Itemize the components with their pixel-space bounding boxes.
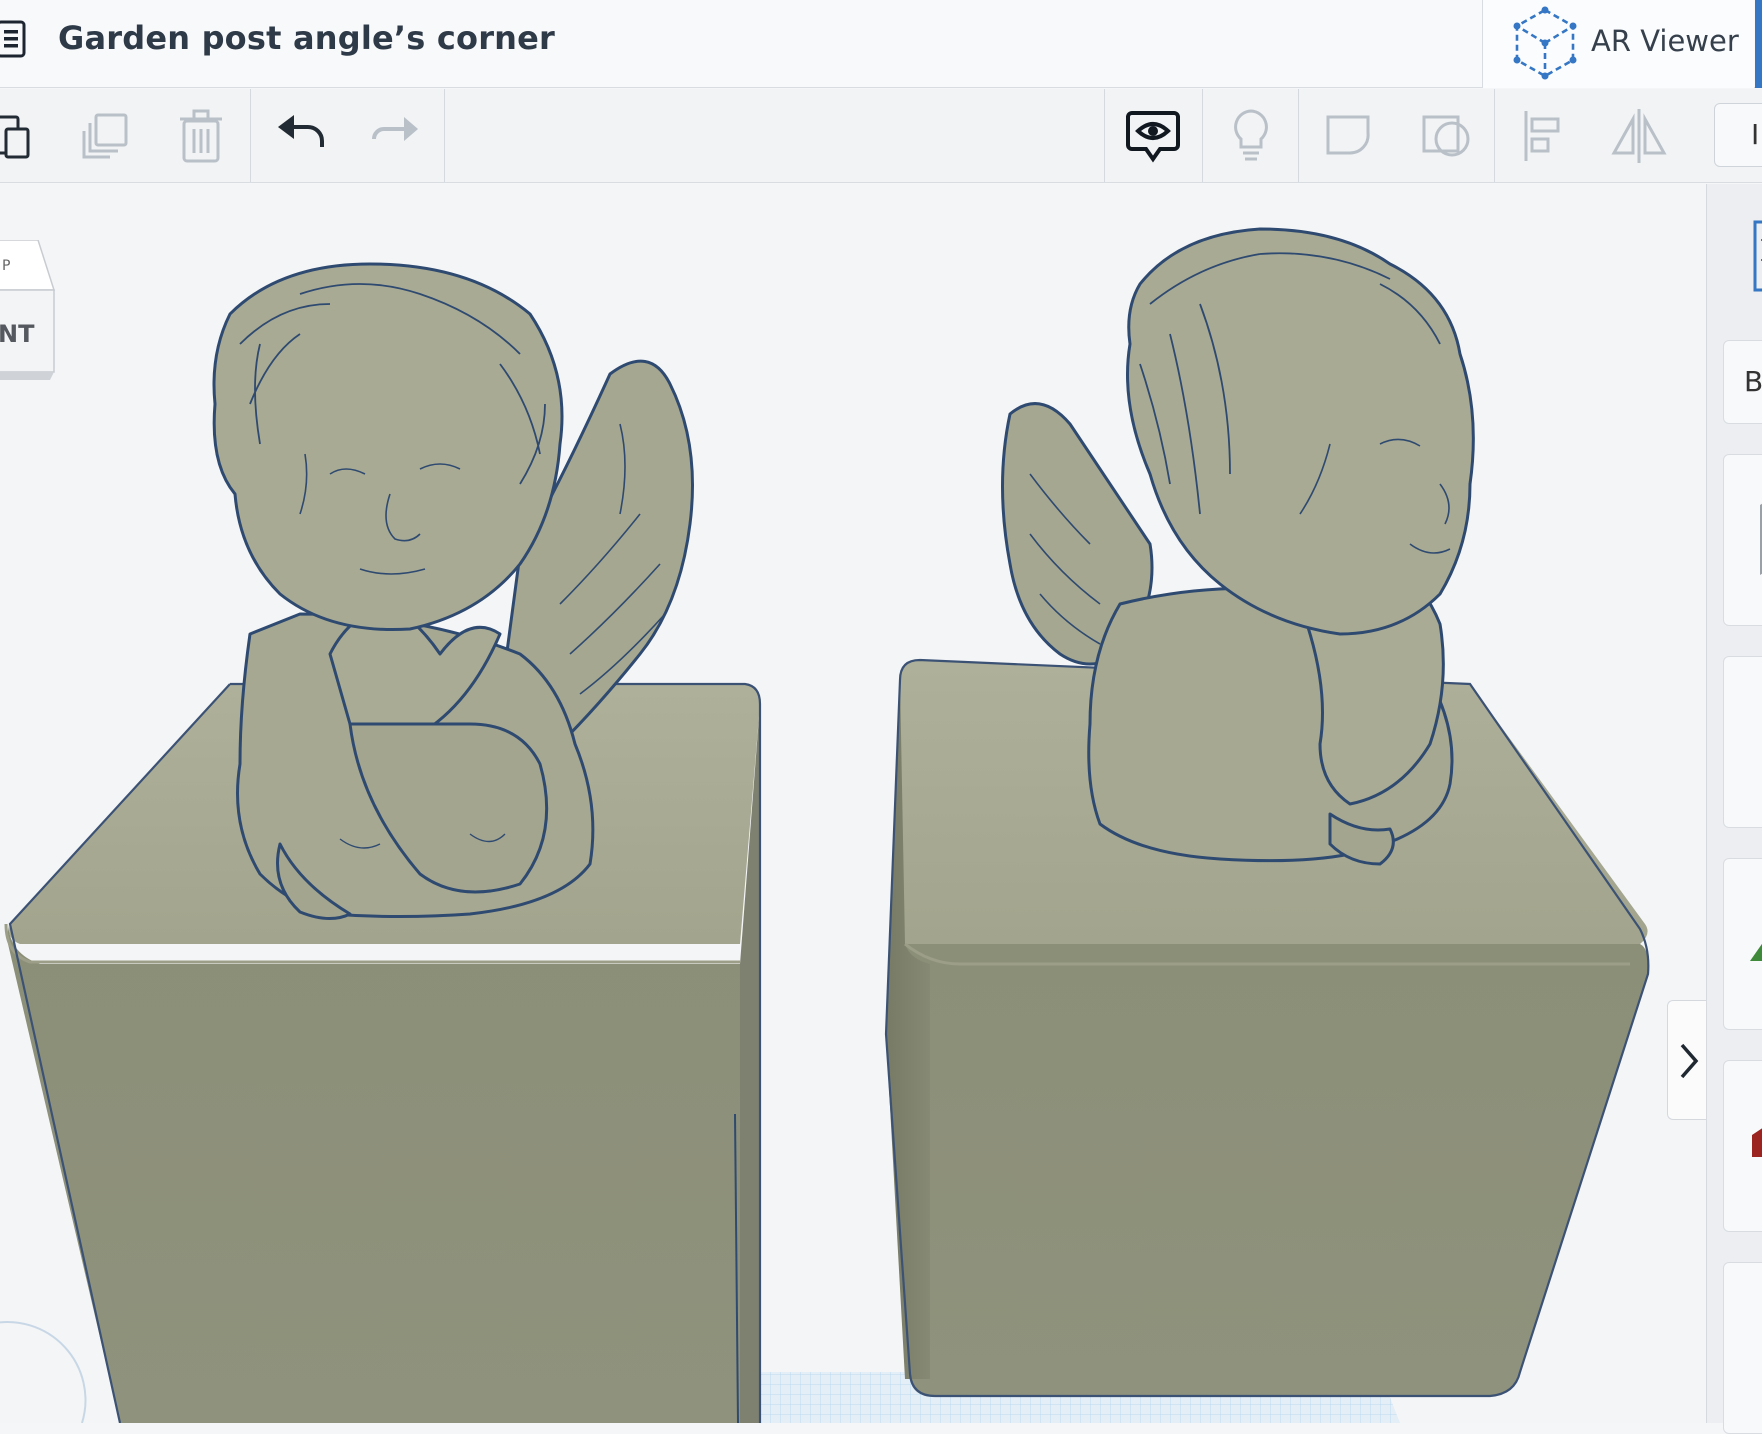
view-cube[interactable]: P NT <box>0 239 58 390</box>
shape-category-dropdown[interactable]: B <box>1723 340 1762 424</box>
shape-tile-roof[interactable] <box>1723 858 1762 1030</box>
design-title[interactable]: Garden post angle’s corner <box>58 19 555 57</box>
collapse-panel-button[interactable] <box>1667 1000 1706 1120</box>
toolbar-separator <box>1494 89 1495 182</box>
ar-viewer-accent-edge <box>1755 0 1762 88</box>
toolbar-separator <box>1202 89 1203 182</box>
toolbar-separator <box>1298 89 1299 182</box>
ar-cube-icon <box>1513 6 1577 80</box>
shape-tile[interactable] <box>1723 656 1762 828</box>
shape-tile-box[interactable] <box>1723 454 1762 626</box>
view-cube-top-label: P <box>2 258 10 274</box>
box-shape-icon <box>1760 503 1762 575</box>
toolbar-separator <box>250 89 251 182</box>
lightbulb-icon[interactable] <box>1218 103 1284 169</box>
ruler-corner <box>0 1321 87 1423</box>
toolbar-separator <box>1104 89 1105 182</box>
chevron-right-icon <box>1680 1043 1699 1079</box>
workplane-viewport[interactable]: P NT <box>0 184 1706 1423</box>
toolbar: I <box>0 89 1762 183</box>
ar-viewer-button[interactable]: AR Viewer <box>1482 0 1754 88</box>
ar-viewer-label: AR Viewer <box>1591 24 1739 58</box>
title-bar: Garden post angle’s corner AR Viewer <box>0 0 1762 88</box>
ungroup-icon[interactable] <box>1414 103 1480 169</box>
align-icon[interactable] <box>1512 103 1578 169</box>
green-shape-icon <box>1750 943 1762 961</box>
paste-icon[interactable] <box>0 103 44 169</box>
red-shape-icon <box>1752 1128 1762 1157</box>
undo-icon[interactable] <box>268 103 334 169</box>
shape-category-label: B <box>1744 365 1762 398</box>
eye-bubble-icon[interactable] <box>1120 103 1186 169</box>
grid-view-icon[interactable] <box>1751 220 1762 292</box>
shape-tile-red[interactable] <box>1723 1060 1762 1232</box>
shapes-panel: B <box>1706 184 1762 1434</box>
mirror-icon[interactable] <box>1606 103 1672 169</box>
view-cube-front-label: NT <box>0 320 35 348</box>
group-icon[interactable] <box>1316 103 1382 169</box>
duplicate-icon[interactable] <box>72 103 138 169</box>
toolbar-right-button-label: I <box>1751 118 1760 151</box>
shape-tile[interactable] <box>1723 1262 1762 1434</box>
toolbar-right-button[interactable]: I <box>1714 103 1762 167</box>
toolbar-separator <box>444 89 445 182</box>
trash-icon[interactable] <box>168 103 234 169</box>
hamburger-menu-icon[interactable] <box>0 20 30 58</box>
redo-icon[interactable] <box>362 103 428 169</box>
